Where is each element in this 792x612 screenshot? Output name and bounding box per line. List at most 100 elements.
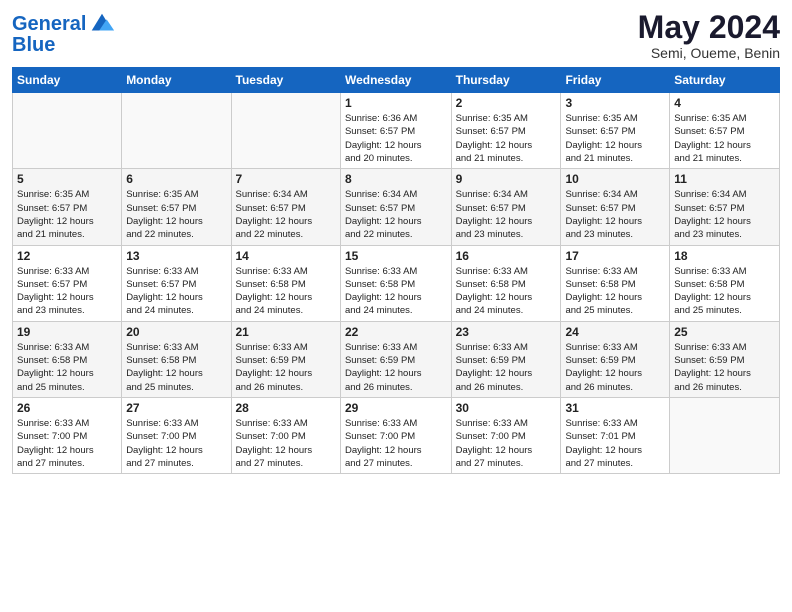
calendar-cell: 27 Sunrise: 6:33 AM Sunset: 7:00 PM Dayli… (122, 397, 231, 473)
day-info: Sunrise: 6:33 AM Sunset: 7:00 PM Dayligh… (17, 417, 117, 470)
calendar-cell: 22 Sunrise: 6:33 AM Sunset: 6:59 PM Dayli… (340, 321, 451, 397)
col-thursday: Thursday (451, 68, 561, 93)
day-number: 5 (17, 172, 117, 186)
day-info: Sunrise: 6:34 AM Sunset: 6:57 PM Dayligh… (565, 188, 665, 241)
day-number: 7 (236, 172, 336, 186)
day-info: Sunrise: 6:33 AM Sunset: 7:00 PM Dayligh… (126, 417, 226, 470)
day-number: 24 (565, 325, 665, 339)
calendar-cell: 24 Sunrise: 6:33 AM Sunset: 6:59 PM Dayli… (561, 321, 670, 397)
day-number: 13 (126, 249, 226, 263)
logo: General Blue (12, 10, 116, 57)
calendar-cell: 1Sunrise: 6:36 AM Sunset: 6:57 PM Daylig… (340, 93, 451, 169)
day-number: 15 (345, 249, 447, 263)
day-info: Sunrise: 6:33 AM Sunset: 6:58 PM Dayligh… (565, 265, 665, 318)
calendar-cell: 5Sunrise: 6:35 AM Sunset: 6:57 PM Daylig… (13, 169, 122, 245)
day-info: Sunrise: 6:33 AM Sunset: 7:00 PM Dayligh… (345, 417, 447, 470)
day-number: 29 (345, 401, 447, 415)
calendar-cell: 18 Sunrise: 6:33 AM Sunset: 6:58 PM Dayli… (670, 245, 780, 321)
calendar-cell: 12 Sunrise: 6:33 AM Sunset: 6:57 PM Dayli… (13, 245, 122, 321)
calendar-week-1: 1Sunrise: 6:36 AM Sunset: 6:57 PM Daylig… (13, 93, 780, 169)
col-monday: Monday (122, 68, 231, 93)
day-number: 20 (126, 325, 226, 339)
day-number: 23 (456, 325, 557, 339)
day-info: Sunrise: 6:33 AM Sunset: 6:59 PM Dayligh… (456, 341, 557, 394)
col-wednesday: Wednesday (340, 68, 451, 93)
calendar-week-3: 12 Sunrise: 6:33 AM Sunset: 6:57 PM Dayli… (13, 245, 780, 321)
day-info: Sunrise: 6:33 AM Sunset: 6:57 PM Dayligh… (17, 265, 117, 318)
logo-icon (88, 10, 116, 38)
day-info: Sunrise: 6:35 AM Sunset: 6:57 PM Dayligh… (456, 112, 557, 165)
calendar-cell: 30Sunrise: 6:33 AM Sunset: 7:00 PM Dayli… (451, 397, 561, 473)
calendar-cell: 19 Sunrise: 6:33 AM Sunset: 6:58 PM Dayli… (13, 321, 122, 397)
day-info: Sunrise: 6:34 AM Sunset: 6:57 PM Dayligh… (236, 188, 336, 241)
day-number: 16 (456, 249, 557, 263)
location: Semi, Oueme, Benin (638, 45, 780, 61)
calendar-table: Sunday Monday Tuesday Wednesday Thursday… (12, 67, 780, 474)
day-info: Sunrise: 6:34 AM Sunset: 6:57 PM Dayligh… (674, 188, 775, 241)
day-info: Sunrise: 6:33 AM Sunset: 6:57 PM Dayligh… (126, 265, 226, 318)
day-info: Sunrise: 6:33 AM Sunset: 6:58 PM Dayligh… (17, 341, 117, 394)
calendar-cell: 2Sunrise: 6:35 AM Sunset: 6:57 PM Daylig… (451, 93, 561, 169)
calendar-cell: 28 Sunrise: 6:33 AM Sunset: 7:00 PM Dayli… (231, 397, 340, 473)
day-info: Sunrise: 6:33 AM Sunset: 6:59 PM Dayligh… (674, 341, 775, 394)
month-title: May 2024 (638, 10, 780, 45)
day-info: Sunrise: 6:33 AM Sunset: 6:59 PM Dayligh… (565, 341, 665, 394)
day-number: 4 (674, 96, 775, 110)
calendar-cell: 8Sunrise: 6:34 AM Sunset: 6:57 PM Daylig… (340, 169, 451, 245)
day-info: Sunrise: 6:33 AM Sunset: 6:59 PM Dayligh… (345, 341, 447, 394)
day-info: Sunrise: 6:36 AM Sunset: 6:57 PM Dayligh… (345, 112, 447, 165)
col-sunday: Sunday (13, 68, 122, 93)
day-number: 18 (674, 249, 775, 263)
logo-text: General (12, 13, 86, 35)
calendar-cell: 29 Sunrise: 6:33 AM Sunset: 7:00 PM Dayli… (340, 397, 451, 473)
day-info: Sunrise: 6:33 AM Sunset: 7:00 PM Dayligh… (236, 417, 336, 470)
day-info: Sunrise: 6:33 AM Sunset: 6:58 PM Dayligh… (236, 265, 336, 318)
day-info: Sunrise: 6:33 AM Sunset: 6:58 PM Dayligh… (456, 265, 557, 318)
title-block: May 2024 Semi, Oueme, Benin (638, 10, 780, 61)
calendar-week-2: 5 Sunrise: 6:35 AM Sunset: 6:57 PM Daylig… (13, 169, 780, 245)
main-container: General Blue May 2024 Semi, Oueme, Benin… (0, 0, 792, 482)
calendar-cell: 6Sunrise: 6:35 AM Sunset: 6:57 PM Daylig… (122, 169, 231, 245)
calendar-cell: 15Sunrise: 6:33 AM Sunset: 6:58 PM Dayli… (340, 245, 451, 321)
calendar-cell: 3 Sunrise: 6:35 AM Sunset: 6:57 PM Daylig… (561, 93, 670, 169)
day-number: 11 (674, 172, 775, 186)
day-number: 9 (456, 172, 557, 186)
col-saturday: Saturday (670, 68, 780, 93)
day-number: 27 (126, 401, 226, 415)
calendar-cell: 25Sunrise: 6:33 AM Sunset: 6:59 PM Dayli… (670, 321, 780, 397)
day-info: Sunrise: 6:33 AM Sunset: 6:58 PM Dayligh… (674, 265, 775, 318)
col-tuesday: Tuesday (231, 68, 340, 93)
day-number: 19 (17, 325, 117, 339)
calendar-cell (122, 93, 231, 169)
calendar-cell: 21Sunrise: 6:33 AM Sunset: 6:59 PM Dayli… (231, 321, 340, 397)
day-info: Sunrise: 6:33 AM Sunset: 7:01 PM Dayligh… (565, 417, 665, 470)
day-number: 14 (236, 249, 336, 263)
day-number: 12 (17, 249, 117, 263)
calendar-cell (13, 93, 122, 169)
calendar-cell: 10 Sunrise: 6:34 AM Sunset: 6:57 PM Dayli… (561, 169, 670, 245)
calendar-cell: 11 Sunrise: 6:34 AM Sunset: 6:57 PM Dayli… (670, 169, 780, 245)
calendar-cell: 17Sunrise: 6:33 AM Sunset: 6:58 PM Dayli… (561, 245, 670, 321)
day-info: Sunrise: 6:33 AM Sunset: 6:58 PM Dayligh… (126, 341, 226, 394)
day-info: Sunrise: 6:35 AM Sunset: 6:57 PM Dayligh… (674, 112, 775, 165)
calendar-week-4: 19 Sunrise: 6:33 AM Sunset: 6:58 PM Dayli… (13, 321, 780, 397)
calendar-cell: 14 Sunrise: 6:33 AM Sunset: 6:58 PM Dayli… (231, 245, 340, 321)
day-info: Sunrise: 6:33 AM Sunset: 7:00 PM Dayligh… (456, 417, 557, 470)
calendar-cell (670, 397, 780, 473)
day-number: 3 (565, 96, 665, 110)
day-number: 31 (565, 401, 665, 415)
calendar-cell: 4 Sunrise: 6:35 AM Sunset: 6:57 PM Daylig… (670, 93, 780, 169)
day-number: 28 (236, 401, 336, 415)
day-info: Sunrise: 6:34 AM Sunset: 6:57 PM Dayligh… (345, 188, 447, 241)
day-number: 22 (345, 325, 447, 339)
day-info: Sunrise: 6:35 AM Sunset: 6:57 PM Dayligh… (565, 112, 665, 165)
day-number: 26 (17, 401, 117, 415)
calendar-cell: 23 Sunrise: 6:33 AM Sunset: 6:59 PM Dayli… (451, 321, 561, 397)
calendar-cell: 26 Sunrise: 6:33 AM Sunset: 7:00 PM Dayli… (13, 397, 122, 473)
calendar-cell: 9Sunrise: 6:34 AM Sunset: 6:57 PM Daylig… (451, 169, 561, 245)
day-info: Sunrise: 6:35 AM Sunset: 6:57 PM Dayligh… (126, 188, 226, 241)
calendar-week-5: 26 Sunrise: 6:33 AM Sunset: 7:00 PM Dayli… (13, 397, 780, 473)
day-info: Sunrise: 6:33 AM Sunset: 6:59 PM Dayligh… (236, 341, 336, 394)
day-number: 10 (565, 172, 665, 186)
calendar-cell (231, 93, 340, 169)
